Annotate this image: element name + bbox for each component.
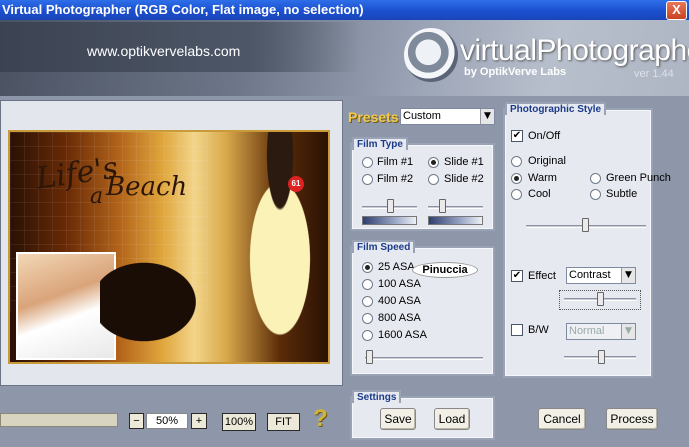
bw-select[interactable]: Normal ▼ bbox=[566, 323, 636, 340]
presets-label: Presets bbox=[348, 109, 399, 125]
woman-right-figure bbox=[230, 132, 328, 362]
original-radio[interactable] bbox=[511, 156, 522, 167]
load-button[interactable]: Load bbox=[434, 408, 470, 430]
badge: 61 bbox=[288, 176, 304, 192]
logo-subtitle: by OptikVerve Labs bbox=[464, 66, 567, 78]
asa25-radio[interactable] bbox=[362, 262, 373, 273]
zoom-100-button[interactable]: 100% bbox=[222, 413, 256, 431]
slide2-label: Slide #2 bbox=[444, 173, 484, 185]
beach-text: Beach bbox=[106, 172, 188, 202]
cancel-button[interactable]: Cancel bbox=[538, 408, 586, 430]
asa400-radio[interactable] bbox=[362, 296, 373, 307]
zoom-value: 50% bbox=[146, 413, 188, 429]
effect-value: Contrast bbox=[569, 269, 611, 281]
cool-label: Cool bbox=[528, 188, 551, 200]
help-icon[interactable]: ? bbox=[313, 405, 328, 433]
subtle-radio[interactable] bbox=[590, 189, 601, 200]
asa100-label: 100 ASA bbox=[378, 278, 421, 290]
preview-image[interactable]: Life's a Beach 61 bbox=[8, 130, 330, 364]
film-speed-title: Film Speed bbox=[352, 240, 416, 253]
film-type-title: Film Type bbox=[352, 137, 408, 150]
slide1-radio[interactable] bbox=[428, 157, 439, 168]
film1-radio[interactable] bbox=[362, 157, 373, 168]
close-button[interactable]: X bbox=[666, 1, 687, 20]
speed-slider-track[interactable] bbox=[365, 357, 483, 360]
title-bar: Virtual Photographer (RGB Color, Flat im… bbox=[0, 0, 689, 20]
film2-label: Film #2 bbox=[377, 173, 414, 185]
asa25-label: 25 ASA bbox=[378, 261, 415, 273]
logo-title: virtualPhotographer bbox=[460, 34, 689, 67]
green-punch-radio[interactable] bbox=[590, 173, 601, 184]
warm-label: Warm bbox=[528, 172, 557, 184]
zoom-track[interactable] bbox=[0, 413, 118, 427]
settings-title: Settings bbox=[352, 390, 402, 403]
film2-radio[interactable] bbox=[362, 174, 373, 185]
chevron-down-icon: ▼ bbox=[480, 109, 494, 124]
speed-slider-knob[interactable] bbox=[366, 350, 373, 364]
asa800-label: 800 ASA bbox=[378, 312, 421, 324]
cool-radio[interactable] bbox=[511, 189, 522, 200]
zoom-fit-button[interactable]: FIT bbox=[267, 413, 300, 431]
film-slider-2-knob[interactable] bbox=[439, 199, 446, 213]
asa400-label: 400 ASA bbox=[378, 295, 421, 307]
original-label: Original bbox=[528, 155, 566, 167]
asa1600-label: 1600 ASA bbox=[378, 329, 427, 341]
green-punch-label: Green Punch bbox=[606, 172, 671, 184]
chevron-down-icon: ▼ bbox=[621, 268, 635, 283]
effect-select[interactable]: Contrast ▼ bbox=[566, 267, 636, 284]
asa1600-radio[interactable] bbox=[362, 330, 373, 341]
process-button[interactable]: Process bbox=[606, 408, 658, 430]
asa100-radio[interactable] bbox=[362, 279, 373, 290]
save-button[interactable]: Save bbox=[380, 408, 416, 430]
style-slider-knob[interactable] bbox=[582, 218, 589, 232]
watermark-label: Pinuccia bbox=[412, 262, 478, 278]
subtle-label: Subtle bbox=[606, 188, 638, 200]
slide2-radio[interactable] bbox=[428, 174, 439, 185]
bw-label: B/W bbox=[528, 324, 549, 336]
logo-icon bbox=[404, 28, 458, 82]
effect-slider-knob[interactable] bbox=[597, 292, 604, 306]
presets-value: Custom bbox=[403, 110, 441, 122]
warm-radio[interactable] bbox=[511, 173, 522, 184]
onoff-checkbox[interactable]: ✔ bbox=[511, 130, 523, 142]
zoom-in-button[interactable]: + bbox=[191, 413, 207, 429]
effect-checkbox[interactable]: ✔ bbox=[511, 270, 523, 282]
film1-label: Film #1 bbox=[377, 156, 414, 168]
bw-slider-knob[interactable] bbox=[598, 350, 605, 364]
website-url[interactable]: www.optikvervelabs.com bbox=[87, 43, 240, 59]
bw-value: Normal bbox=[569, 325, 605, 337]
dark-figure bbox=[100, 252, 210, 352]
bw-checkbox[interactable] bbox=[511, 324, 523, 336]
film-gradient-1 bbox=[362, 216, 417, 225]
film-slider-1-knob[interactable] bbox=[387, 199, 394, 213]
a-text: a bbox=[90, 184, 104, 209]
onoff-label: On/Off bbox=[528, 130, 561, 142]
presets-select[interactable]: Custom ▼ bbox=[400, 108, 495, 125]
window-title: Virtual Photographer (RGB Color, Flat im… bbox=[2, 2, 364, 17]
film-slider-2-track[interactable] bbox=[428, 206, 483, 209]
chevron-down-icon: ▼ bbox=[621, 324, 635, 339]
version-label: ver 1.44 bbox=[634, 68, 674, 80]
photographic-style-title: Photographic Style bbox=[505, 102, 607, 115]
asa800-radio[interactable] bbox=[362, 313, 373, 324]
effect-label: Effect bbox=[528, 270, 556, 282]
zoom-out-button[interactable]: − bbox=[129, 413, 144, 429]
film-gradient-2 bbox=[428, 216, 483, 225]
slide1-label: Slide #1 bbox=[444, 156, 484, 168]
